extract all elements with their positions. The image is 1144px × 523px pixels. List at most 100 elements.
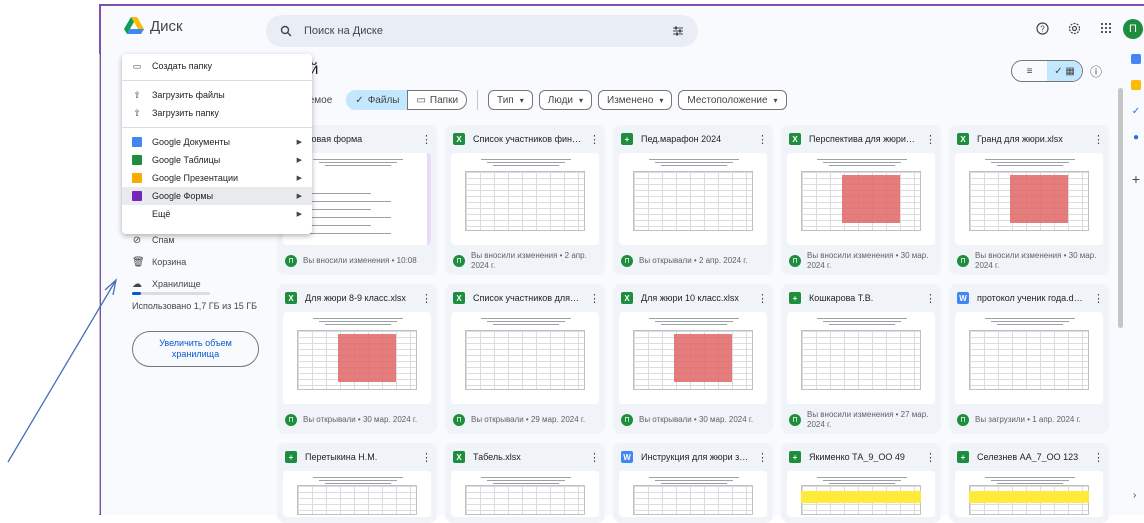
menu-item-google-slides[interactable]: Google Презентации ▶ — [122, 169, 312, 187]
view-toggle[interactable]: ≡ ✓ ▦ — [1011, 60, 1083, 82]
sheet-file-icon: + — [285, 451, 297, 463]
file-card[interactable]: + Перетыкина Н.М. ⋮ — [277, 443, 437, 523]
file-activity: Вы открывали • 2 апр. 2024 г. — [639, 256, 748, 265]
more-options-icon[interactable]: ⋮ — [589, 451, 600, 464]
more-options-icon[interactable]: ⋮ — [1093, 292, 1104, 305]
file-card[interactable]: + Селезнев АА_7_ОО 123 ⋮ — [949, 443, 1109, 523]
owner-avatar: П — [957, 414, 969, 426]
type-filter-dropdown[interactable]: Тип — [488, 90, 533, 110]
owner-avatar: П — [285, 414, 297, 426]
thumbnail-line — [985, 318, 1075, 319]
file-activity: Вы вносили изменения • 27 мар. 2024 г. — [807, 410, 929, 429]
chevron-right-icon: ▶ — [296, 139, 302, 146]
chevron-right-icon[interactable]: › — [1133, 490, 1136, 501]
drive-logo[interactable]: Диск — [124, 17, 183, 35]
thumbnail-line — [997, 165, 1063, 166]
folders-filter-button[interactable]: ▭ Папки — [407, 90, 468, 110]
menu-item-google-docs[interactable]: Google Документы ▶ — [122, 133, 312, 151]
thumbnail-line — [487, 480, 565, 481]
thumbnail-line — [319, 162, 397, 163]
sidebar-item-storage[interactable]: ☁ Хранилище — [120, 274, 270, 294]
menu-item-new-folder[interactable]: ▭ Создать папку — [122, 57, 312, 75]
file-card[interactable]: Wпротокол ученик года.docx ⋮ П Вы загрузили… — [949, 284, 1109, 434]
more-options-icon[interactable]: ⋮ — [589, 133, 600, 146]
file-name: Перспектива для жюри.xlsx — [809, 134, 917, 144]
modified-filter-dropdown[interactable]: Изменено — [598, 90, 673, 110]
thumbnail-line — [655, 162, 733, 163]
file-thumbnail — [283, 312, 431, 404]
file-name: Якименко ТА_9_ОО 49 — [809, 452, 905, 462]
tasks-icon[interactable]: ✓ — [1131, 106, 1141, 117]
xlsx-file-icon: X — [621, 292, 633, 304]
file-card-header: + Пед.марафон 2024 ⋮ — [613, 125, 773, 153]
file-card[interactable]: X Список участников финал... ⋮ П Вы вносили … — [445, 125, 605, 275]
add-addon-icon[interactable]: + — [1131, 171, 1141, 187]
more-options-icon[interactable]: ⋮ — [757, 451, 768, 464]
file-card[interactable]: W Инструкция для жюри зао... ⋮ — [613, 443, 773, 523]
calendar-icon[interactable] — [1131, 54, 1141, 64]
more-options-icon[interactable]: ⋮ — [757, 133, 768, 146]
info-icon[interactable]: ⓘ — [1090, 63, 1102, 80]
sheet-file-icon: + — [789, 451, 801, 463]
file-card[interactable]: X Для жюри 10 класс.xlsx ⋮ П Вы открывали • … — [613, 284, 773, 434]
owner-avatar: П — [453, 414, 465, 426]
more-options-icon[interactable]: ⋮ — [925, 292, 936, 305]
grid-view-icon[interactable]: ✓ ▦ — [1047, 61, 1082, 81]
file-card[interactable]: X Перспектива для жюри.xlsx ⋮ П Вы вносили и… — [781, 125, 941, 275]
thumbnail-highlight — [338, 334, 396, 382]
thumbnail-line — [829, 483, 895, 484]
file-name: Список участников для ж... — [473, 293, 581, 303]
search-options-icon[interactable] — [670, 23, 686, 39]
file-thumbnail — [955, 153, 1103, 245]
keep-icon[interactable] — [1131, 80, 1141, 90]
apps-grid-icon[interactable] — [1098, 20, 1114, 36]
folder-plus-icon: ▭ — [132, 60, 142, 71]
file-card[interactable]: X Список участников для ж... ⋮ П Вы открывал… — [445, 284, 605, 434]
upgrade-storage-button[interactable]: Увеличить объем хранилища — [132, 331, 259, 367]
list-view-icon[interactable]: ≡ — [1012, 61, 1047, 81]
contacts-icon[interactable]: ● — [1131, 132, 1141, 143]
thumbnail-highlight — [801, 491, 921, 503]
menu-item-google-forms[interactable]: Google Формы ▶ — [122, 187, 312, 205]
more-options-icon[interactable]: ⋮ — [1093, 451, 1104, 464]
settings-icon[interactable] — [1066, 20, 1082, 36]
trash-icon: 🗑 — [132, 256, 145, 268]
divider — [477, 90, 479, 110]
file-card[interactable]: + Пед.марафон 2024 ⋮ П Вы открывали • 2 апр.… — [613, 125, 773, 275]
thumbnail-line — [661, 324, 727, 325]
file-card[interactable]: X Табель.xlsx ⋮ — [445, 443, 605, 523]
search-icon[interactable] — [278, 23, 294, 39]
more-options-icon[interactable]: ⋮ — [757, 292, 768, 305]
file-card-footer: П Вы загрузили • 1 апр. 2024 г. — [949, 404, 1109, 434]
more-options-icon[interactable]: ⋮ — [1093, 133, 1104, 146]
account-avatar[interactable]: П — [1123, 19, 1143, 39]
menu-item-more[interactable]: Ещё ▶ — [122, 205, 312, 223]
search-input[interactable]: Поиск на Диске — [304, 25, 670, 37]
file-card[interactable]: X Для жюри 8-9 класс.xlsx ⋮ П Вы открывали •… — [277, 284, 437, 434]
files-filter-button[interactable]: ✓ Файлы — [346, 90, 409, 110]
menu-item-google-sheets[interactable]: Google Таблицы ▶ — [122, 151, 312, 169]
people-filter-dropdown[interactable]: Люди — [538, 90, 593, 110]
sidebar-item-trash[interactable]: 🗑 Корзина — [120, 252, 270, 272]
more-options-icon[interactable]: ⋮ — [589, 292, 600, 305]
thumbnail-line — [481, 159, 571, 160]
owner-avatar: П — [621, 255, 633, 267]
more-options-icon[interactable]: ⋮ — [925, 451, 936, 464]
more-options-icon[interactable]: ⋮ — [421, 451, 432, 464]
thumbnail-line — [985, 159, 1075, 160]
menu-item-upload-files[interactable]: ⇧ Загрузить файлы — [122, 86, 312, 104]
thumbnail-table — [801, 330, 921, 390]
file-card[interactable]: + Кошкарова Т.В. ⋮ П Вы вносили изменения • … — [781, 284, 941, 434]
location-filter-dropdown[interactable]: Местоположение — [678, 90, 787, 110]
more-options-icon[interactable]: ⋮ — [421, 133, 432, 146]
search-bar[interactable]: Поиск на Диске — [266, 15, 698, 47]
menu-item-upload-folder[interactable]: ⇧ Загрузить папку — [122, 104, 312, 122]
file-card[interactable]: X Гранд для жюри.xlsx ⋮ П Вы вносили изменен… — [949, 125, 1109, 275]
file-card-header: X Для жюри 10 класс.xlsx ⋮ — [613, 284, 773, 312]
more-options-icon[interactable]: ⋮ — [421, 292, 432, 305]
main-scrollbar[interactable] — [1118, 88, 1123, 328]
file-card[interactable]: + Якименко ТА_9_ОО 49 ⋮ — [781, 443, 941, 523]
more-options-icon[interactable]: ⋮ — [925, 133, 936, 146]
help-icon[interactable]: ? — [1034, 20, 1050, 36]
thumbnail-line — [313, 159, 403, 160]
